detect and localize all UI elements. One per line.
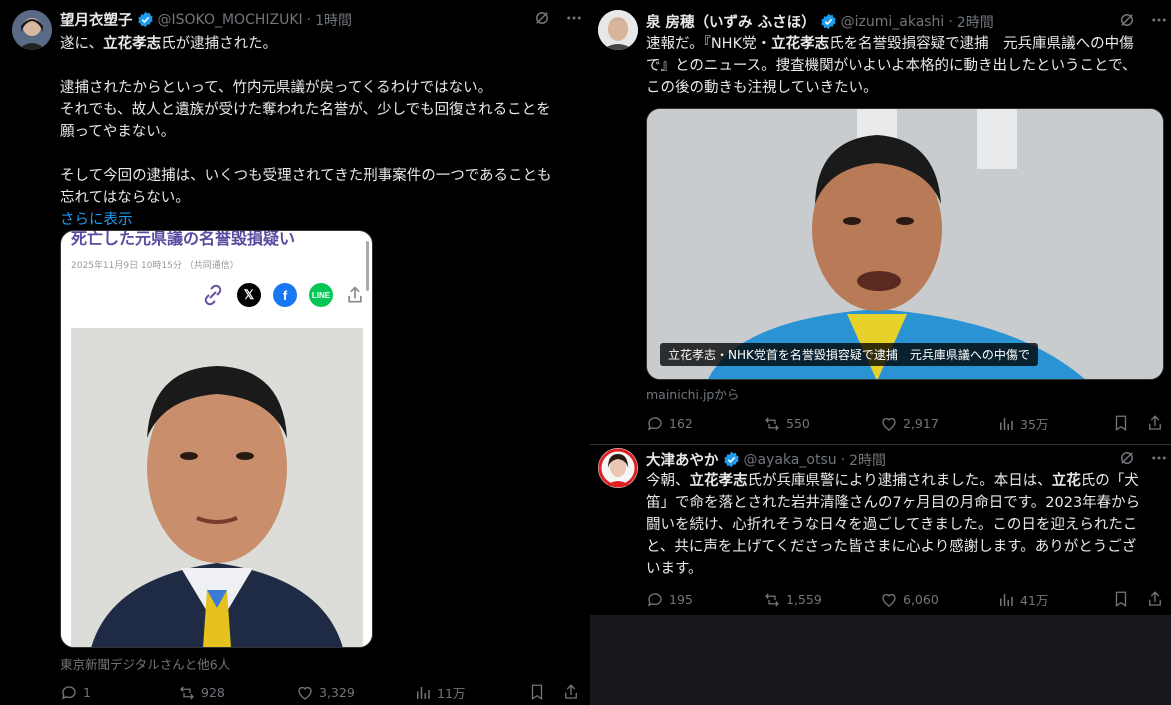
- separator-dot: ·: [948, 13, 953, 30]
- show-more-link[interactable]: さらに表示: [60, 209, 580, 231]
- views-button[interactable]: 35万: [997, 414, 1114, 433]
- source-label[interactable]: 東京新聞デジタルさんと他6人: [60, 654, 230, 673]
- author-name[interactable]: 泉 房穂（いずみ ふさほ）: [646, 11, 816, 32]
- more-icon[interactable]: [1150, 11, 1168, 29]
- reply-count: 1: [83, 685, 91, 700]
- like-count: 2,917: [903, 416, 939, 431]
- avatar[interactable]: [598, 10, 638, 50]
- share-icon[interactable]: [1146, 590, 1164, 608]
- article-photo: [647, 109, 1163, 379]
- view-count: 11万: [437, 686, 466, 701]
- bookmark-icon[interactable]: [528, 683, 546, 701]
- timestamp[interactable]: 2時間: [957, 12, 994, 32]
- right-thread: 泉 房穂（いずみ ふさほ） @izumi_akashi · 2時間 速報だ。『N…: [590, 0, 1171, 615]
- like-count: 6,060: [903, 592, 939, 607]
- reply-button[interactable]: 162: [646, 415, 763, 433]
- reply-button[interactable]: 1: [60, 684, 178, 702]
- x-share-icon[interactable]: 𝕏: [237, 283, 261, 307]
- post-text: 今朝、立花孝志氏が兵庫県警により逮捕されました。本日は、立花氏の「犬 笛」で命を…: [646, 473, 1141, 577]
- card-caption: 立花孝志・NHK党首を名誉毀損容疑で逮捕 元兵庫県議への中傷で: [660, 343, 1038, 366]
- author-handle[interactable]: @izumi_akashi: [841, 14, 945, 30]
- share-icon[interactable]: [345, 284, 365, 306]
- author-handle[interactable]: @ayaka_otsu: [744, 452, 837, 468]
- views-button[interactable]: 11万: [414, 683, 532, 702]
- article-headline: 死亡した元県議の名誉毀損疑い: [71, 230, 296, 248]
- more-icon[interactable]: [565, 9, 583, 27]
- article-date: 2025年11月9日 10時15分 （共同通信）: [71, 261, 239, 271]
- reply-count: 162: [669, 416, 693, 431]
- verified-badge-icon: [137, 11, 153, 28]
- repost-icon: [180, 686, 194, 699]
- separator-dot: ·: [306, 11, 312, 28]
- reply-count: 195: [669, 592, 693, 607]
- like-button[interactable]: 3,329: [296, 684, 414, 702]
- post-text: 遂に、立花孝志氏が逮捕された。 逮捕されたからといって、竹内元県議が戻ってくるわ…: [60, 33, 580, 231]
- grok-icon[interactable]: [1118, 11, 1136, 29]
- separator-dot: ·: [840, 451, 846, 468]
- verified-badge-icon: [820, 13, 836, 30]
- source-label[interactable]: mainichi.jpから: [646, 384, 739, 403]
- media-card[interactable]: 死亡した元県議の名誉毀損疑い 2025年11月9日 10時15分 （共同通信） …: [60, 230, 373, 648]
- like-button[interactable]: 2,917: [880, 415, 997, 433]
- media-card[interactable]: 立花孝志・NHK党首を名誉毀損容疑で逮捕 元兵庫県議への中傷で: [646, 108, 1164, 380]
- grok-icon[interactable]: [1118, 449, 1136, 467]
- views-chart-icon: [1000, 593, 1013, 606]
- more-icon[interactable]: [1150, 449, 1168, 467]
- reply-icon: [647, 416, 662, 431]
- timestamp[interactable]: 1時間: [315, 10, 352, 30]
- author-handle[interactable]: @ISOKO_MOCHIZUKI: [158, 12, 303, 28]
- view-count: 41万: [1020, 593, 1049, 608]
- views-chart-icon: [417, 686, 430, 699]
- article-photo: [71, 328, 363, 647]
- heart-icon: [298, 686, 312, 700]
- bookmark-icon[interactable]: [1112, 590, 1130, 608]
- facebook-share-icon[interactable]: f: [273, 283, 297, 307]
- like-button[interactable]: 6,060: [880, 591, 997, 609]
- reply-icon: [647, 592, 662, 607]
- repost-count: 928: [201, 685, 225, 700]
- avatar[interactable]: [598, 448, 638, 488]
- avatar[interactable]: [12, 10, 52, 50]
- repost-count: 550: [786, 416, 810, 431]
- share-row: 𝕏 f LINE: [201, 283, 365, 307]
- repost-icon: [765, 593, 779, 606]
- scrollbar: [366, 241, 369, 291]
- grok-icon[interactable]: [533, 9, 551, 27]
- repost-count: 1,559: [786, 592, 822, 607]
- divider: [590, 444, 1171, 445]
- heart-icon: [882, 417, 896, 431]
- link-icon[interactable]: [201, 283, 225, 307]
- like-count: 3,329: [319, 685, 355, 700]
- post-mochizuki[interactable]: 望月衣塑子 @ISOKO_MOCHIZUKI · 1時間 遂に、立花孝志氏が逮捕…: [0, 0, 590, 705]
- timestamp[interactable]: 2時間: [849, 450, 886, 470]
- repost-button[interactable]: 550: [763, 415, 880, 433]
- post-text: 速報だ。『NHK党・立花孝志氏を名誉毀損容疑で逮捕 元兵庫県議への中傷 で』との…: [646, 36, 1137, 96]
- bookmark-icon[interactable]: [1112, 414, 1130, 432]
- background-gap: [590, 615, 1171, 705]
- verified-badge-icon: [723, 451, 739, 468]
- view-count: 35万: [1020, 417, 1049, 432]
- views-chart-icon: [1000, 417, 1013, 430]
- views-button[interactable]: 41万: [997, 590, 1114, 609]
- line-share-icon[interactable]: LINE: [309, 283, 333, 307]
- share-icon[interactable]: [562, 683, 580, 701]
- author-name[interactable]: 望月衣塑子: [60, 9, 133, 30]
- reply-icon: [61, 685, 76, 700]
- repost-icon: [765, 417, 779, 430]
- heart-icon: [882, 593, 896, 607]
- share-icon[interactable]: [1146, 414, 1164, 432]
- repost-button[interactable]: 928: [178, 684, 296, 702]
- author-name[interactable]: 大津あやか: [646, 449, 719, 470]
- repost-button[interactable]: 1,559: [763, 591, 880, 609]
- reply-button[interactable]: 195: [646, 591, 763, 609]
